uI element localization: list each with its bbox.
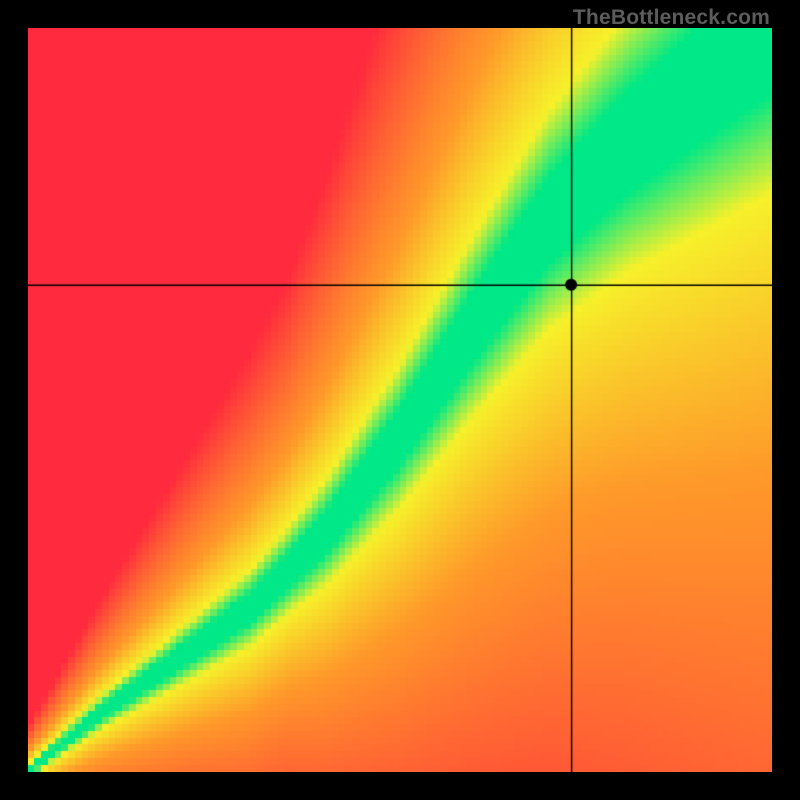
heatmap-canvas (28, 28, 772, 772)
heatmap-plot (28, 28, 772, 772)
watermark-text: TheBottleneck.com (573, 6, 770, 30)
chart-container: TheBottleneck.com (0, 0, 800, 800)
